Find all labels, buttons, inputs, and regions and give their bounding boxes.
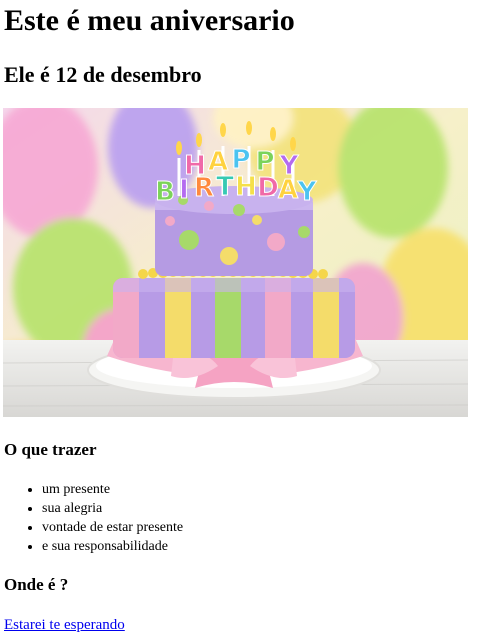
page-subtitle: Ele é 12 de desembro (4, 62, 202, 87)
list-item: sua alegria (42, 499, 183, 518)
page-title: Este é meu aniversario (4, 4, 295, 37)
list-item: um presente (42, 480, 183, 499)
list-item: e sua responsabilidade (42, 537, 183, 556)
birthday-cake-image: H A P P Y B I R T H D A Y (3, 108, 468, 417)
page: Este é meu aniversario Ele é 12 de desem… (0, 0, 479, 638)
svg-text:R: R (194, 173, 214, 203)
svg-text:T: T (216, 172, 234, 202)
svg-text:B: B (155, 177, 175, 207)
bring-list: um presente sua alegria vontade de estar… (0, 480, 183, 556)
svg-text:Y: Y (297, 177, 318, 207)
svg-text:P: P (231, 145, 250, 175)
svg-text:D: D (257, 173, 279, 203)
waiting-link[interactable]: Estarei te esperando (4, 616, 125, 634)
svg-text:H: H (235, 172, 257, 202)
list-item: vontade de estar presente (42, 518, 183, 537)
svg-text:I: I (179, 175, 189, 205)
section-heading-where: Onde é ? (4, 575, 69, 594)
svg-text:A: A (278, 175, 298, 205)
section-heading-what-to-bring: O que trazer (4, 440, 97, 459)
